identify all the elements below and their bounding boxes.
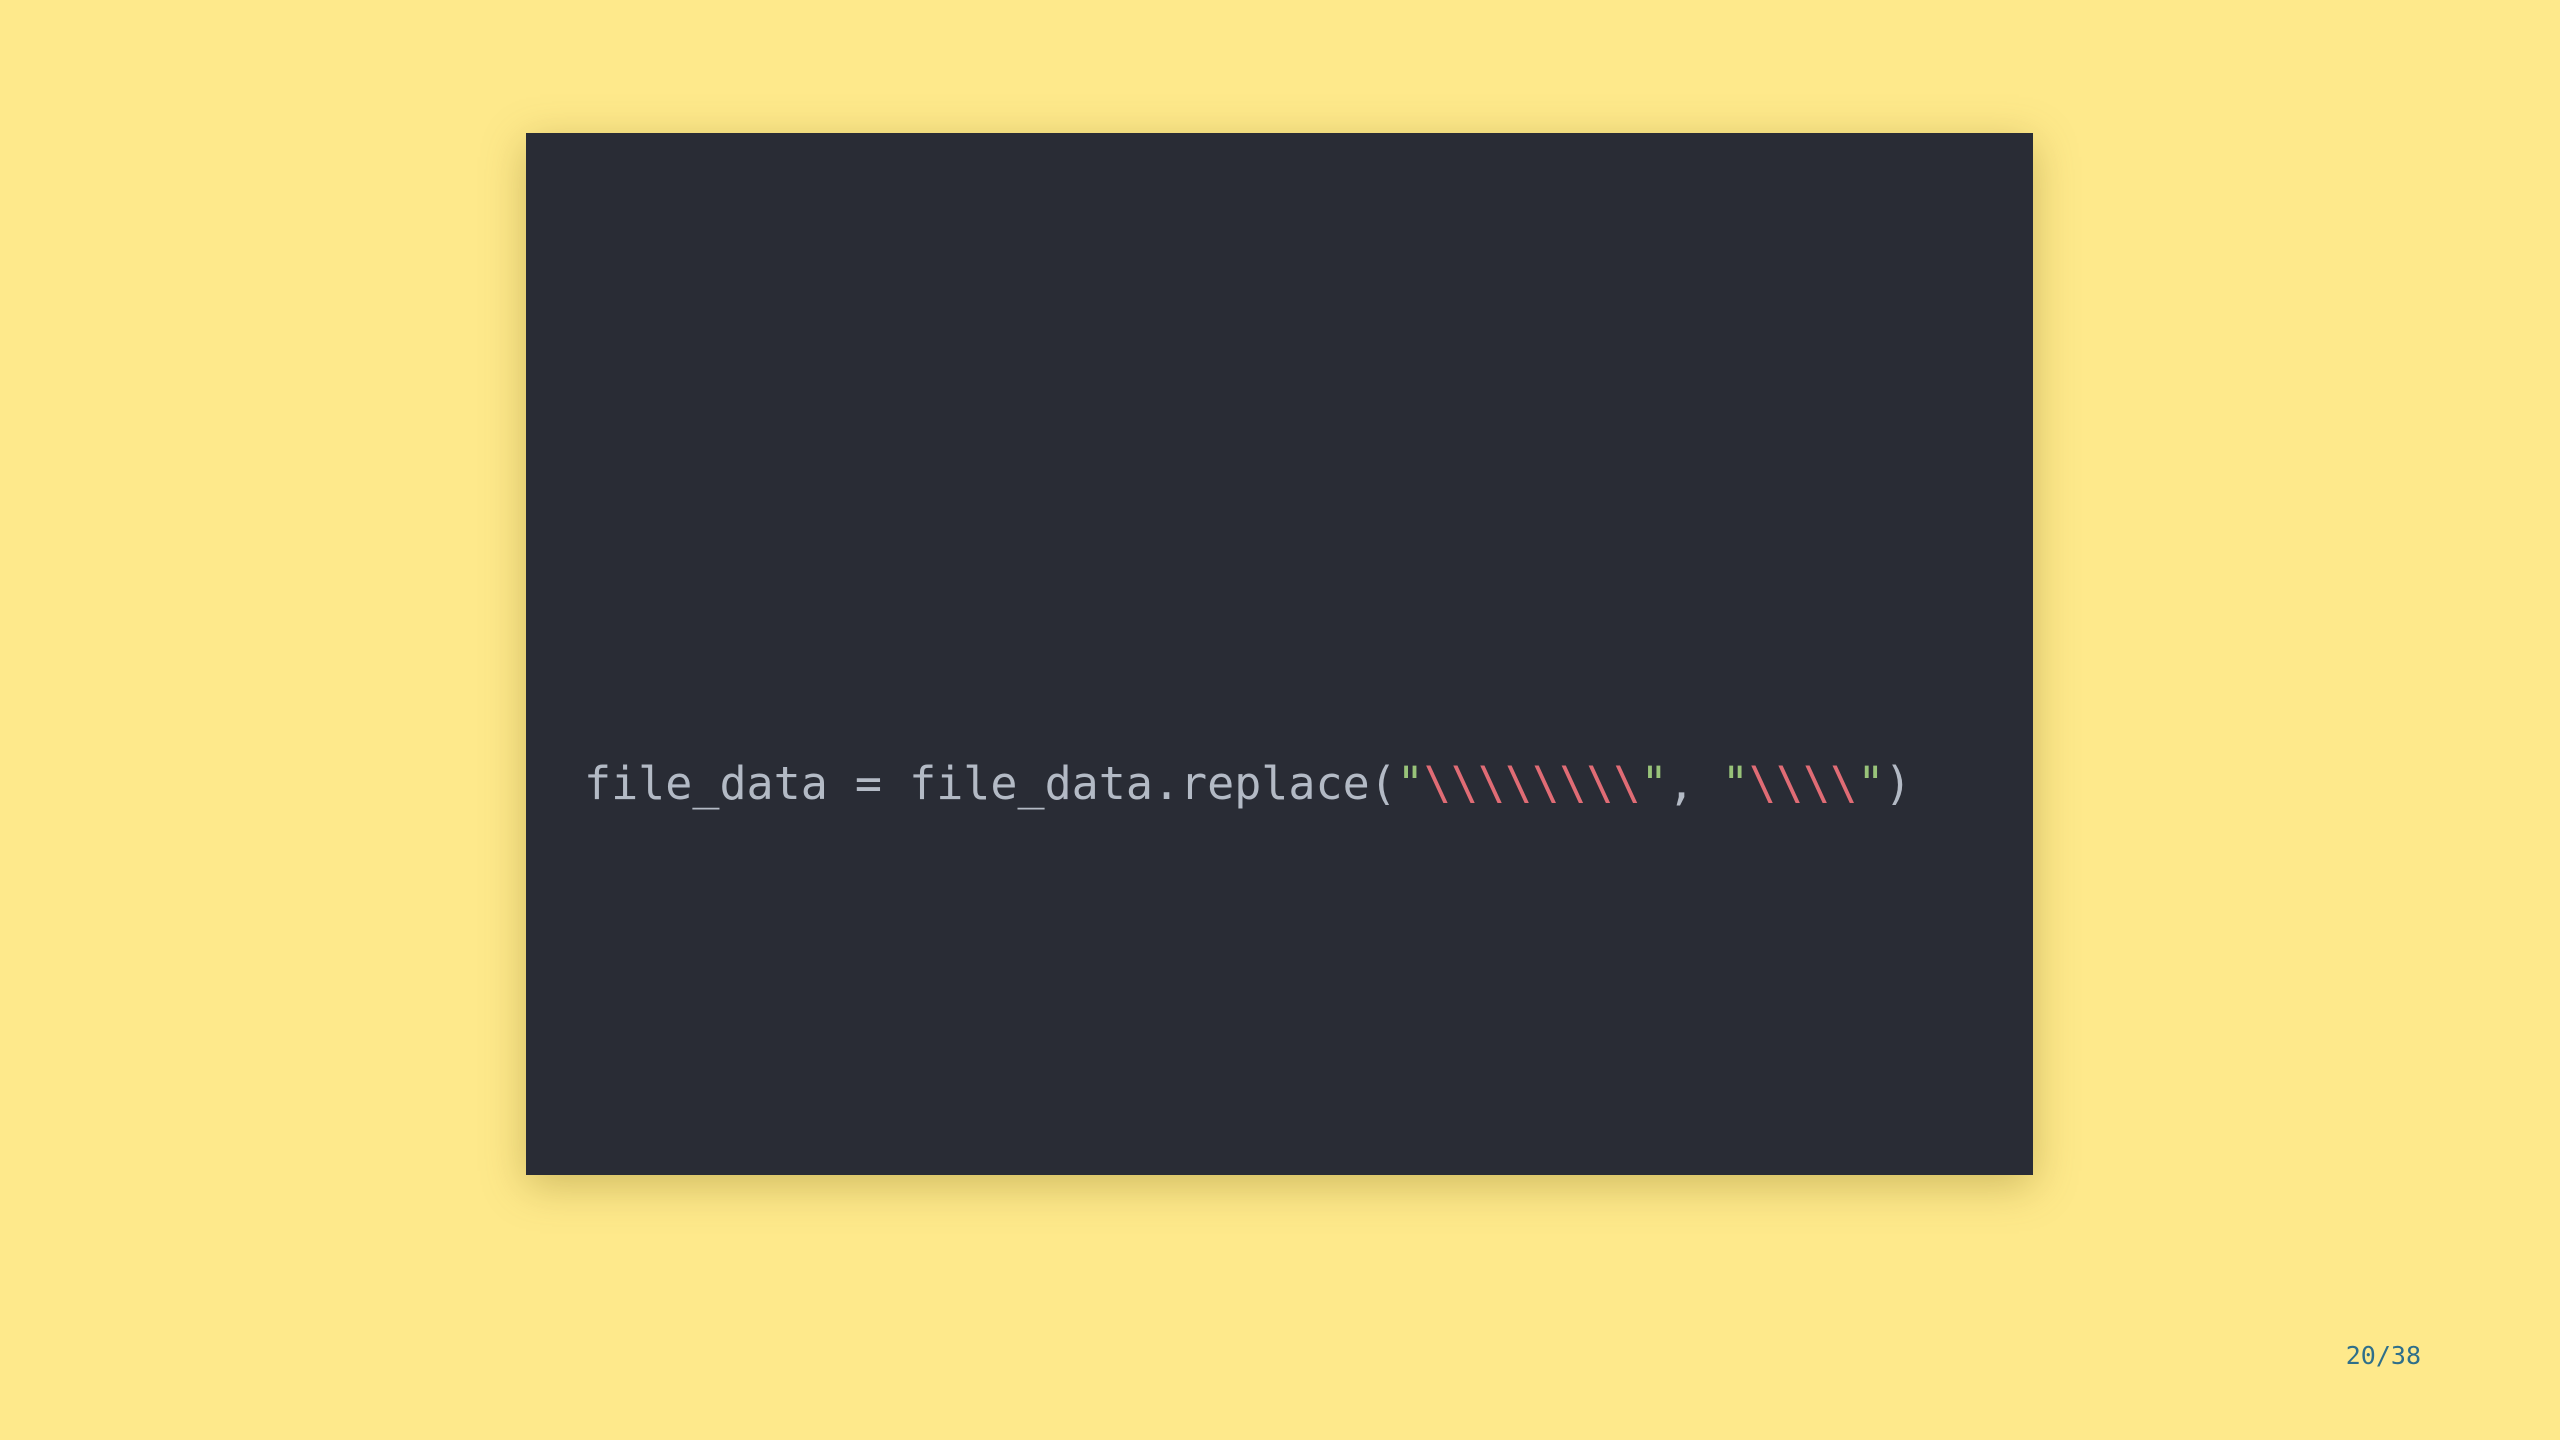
code-token-close-quote: "	[1640, 757, 1668, 810]
code-token-escaped-backslashes: \\\\\\\\	[1423, 757, 1641, 810]
code-slide-panel: file_data = file_data.replace("\\\\\\\\"…	[526, 133, 2033, 1175]
code-token-close-paren: )	[1884, 757, 1912, 810]
code-token-escaped-backslashes: \\\\	[1749, 757, 1858, 810]
code-token-open-quote: "	[1721, 757, 1749, 810]
code-token-comma: ,	[1667, 757, 1722, 810]
code-line: file_data = file_data.replace("\\\\\\\\"…	[584, 754, 1912, 814]
code-token-close-quote: "	[1857, 757, 1885, 810]
page-counter: 20/38	[2345, 1341, 2421, 1370]
code-token-call: file_data = file_data.replace(	[584, 757, 1397, 810]
code-token-open-quote: "	[1396, 757, 1424, 810]
